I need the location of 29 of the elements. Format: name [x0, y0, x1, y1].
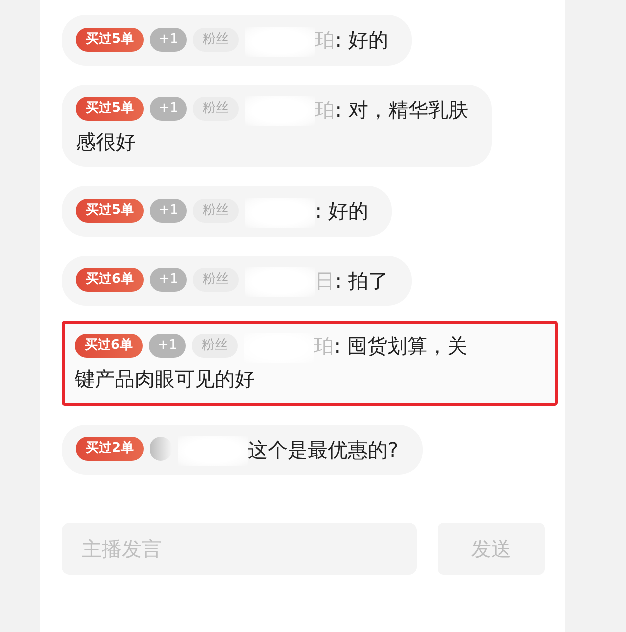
message-text: : 对，精华乳肤 [335, 98, 468, 122]
level-badge: +1 [150, 28, 188, 52]
message-text: : 好的 [315, 199, 368, 224]
fan-badge: 粉丝 [193, 97, 240, 122]
username-fragment: 珀 [315, 98, 336, 122]
level-badge: +1 [150, 268, 188, 292]
message-text: 这个是最优惠的? [248, 438, 399, 462]
order-count-badge: 买过5单 [76, 97, 144, 122]
order-count-badge: 买过6单 [76, 268, 144, 292]
level-badge: +1 [150, 198, 188, 223]
fan-badge: 粉丝 [192, 334, 238, 358]
level-badge [150, 437, 172, 462]
username-fragment: 珀 [315, 28, 336, 52]
message-text: 感很好 [76, 130, 136, 154]
message-text: 键产品肉眼可见的好 [75, 366, 255, 391]
order-count-badge: 买过5单 [76, 28, 144, 52]
order-count-badge: 买过5单 [76, 198, 144, 223]
username-fragment: 日 [315, 268, 336, 293]
message-text: : 拍了 [335, 268, 388, 293]
message-text: : 好的 [335, 28, 388, 52]
fan-badge: 粉丝 [193, 28, 240, 52]
level-badge: +1 [150, 97, 188, 122]
level-badge: +1 [149, 334, 186, 358]
order-count-badge: 买过6单 [75, 334, 144, 358]
fan-badge: 粉丝 [193, 198, 240, 223]
fan-badge: 粉丝 [193, 268, 240, 292]
message-text: : 囤货划算，关 [334, 334, 468, 358]
order-count-badge: 买过2单 [76, 437, 144, 462]
username-fragment: 珀 [314, 334, 334, 358]
